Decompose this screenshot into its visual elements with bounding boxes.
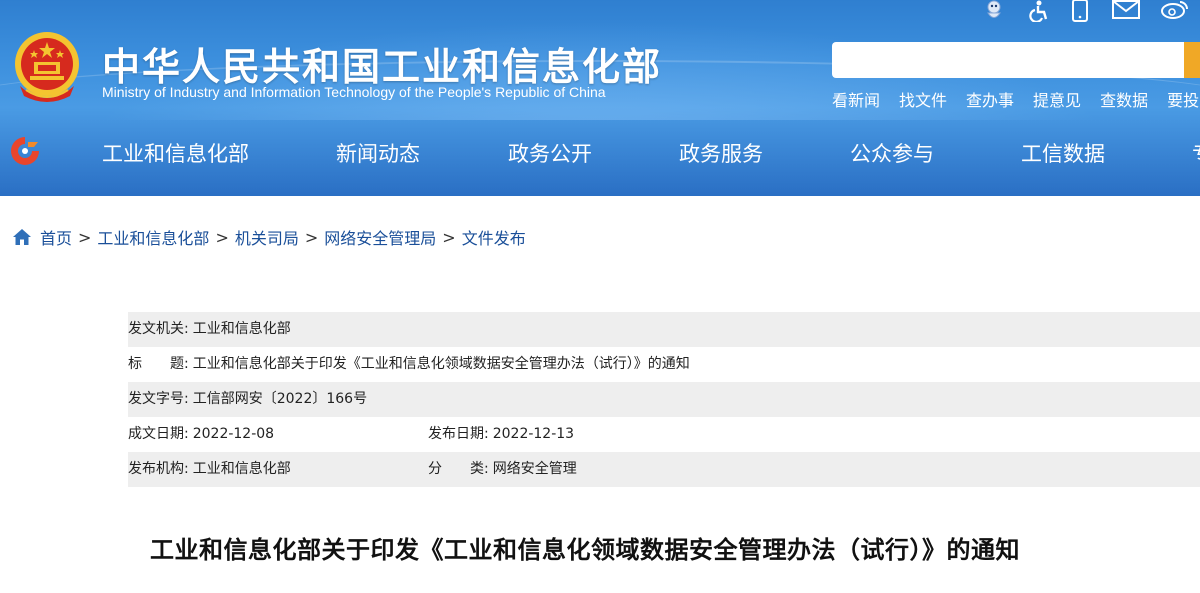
info-row-org: 发布机构: 工业和信息化部 分 类: 网络安全管理 <box>128 452 1200 487</box>
quick-link-services[interactable]: 查办事 <box>966 87 1014 111</box>
doc-no-label: 发文字号: <box>128 391 189 407</box>
breadcrumb-file-release[interactable]: 文件发布 <box>462 225 526 249</box>
quick-links: 看新闻 找文件 查办事 提意见 查数据 要投 <box>832 87 1199 111</box>
issuer-label: 发文机关: <box>128 321 189 337</box>
publish-date-value: 2022-12-13 <box>492 426 575 442</box>
nav-item-gov-affairs[interactable]: 政务公开 <box>508 138 592 168</box>
breadcrumb-separator: > <box>442 227 456 247</box>
quick-link-data[interactable]: 查数据 <box>1100 87 1148 111</box>
info-row-doc-no: 发文字号: 工信部网安〔2022〕166号 <box>128 382 1200 417</box>
breadcrumb-separator: > <box>78 227 92 247</box>
mail-icon[interactable] <box>1112 0 1140 20</box>
main-nav: 工业和信息化部 新闻动态 政务公开 政务服务 公众参与 工信数据 专 <box>0 120 1200 188</box>
nav-item-special[interactable]: 专 <box>1192 138 1200 168</box>
title-value: 工业和信息化部关于印发《工业和信息化领域数据安全管理办法（试行）》的通知 <box>192 356 690 372</box>
category-label: 分 类: <box>428 461 489 477</box>
quick-link-news[interactable]: 看新闻 <box>832 87 880 111</box>
nav-item-ministry[interactable]: 工业和信息化部 <box>102 138 249 168</box>
breadcrumb-cybersecurity-bureau[interactable]: 网络安全管理局 <box>324 225 436 249</box>
publish-date-label: 发布日期: <box>428 426 489 442</box>
org-label: 发布机构: <box>128 461 189 477</box>
nav-item-participation[interactable]: 公众参与 <box>850 138 934 168</box>
mascot-icon[interactable] <box>982 0 1006 24</box>
written-date-label: 成文日期: <box>128 426 189 442</box>
doc-no-value: 工信部网安〔2022〕166号 <box>192 391 368 407</box>
breadcrumb-ministry[interactable]: 工业和信息化部 <box>97 225 209 249</box>
info-row-dates: 成文日期: 2022-12-08 发布日期: 2022-12-13 <box>128 417 1200 452</box>
info-row-issuer: 发文机关: 工业和信息化部 <box>128 312 1200 347</box>
national-emblem-icon <box>15 32 79 102</box>
nav-item-news[interactable]: 新闻动态 <box>336 138 420 168</box>
miit-logo-icon[interactable] <box>8 134 42 168</box>
breadcrumb-departments[interactable]: 机关司局 <box>235 225 299 249</box>
issuer-value: 工业和信息化部 <box>192 321 291 337</box>
weibo-icon[interactable] <box>1160 0 1190 20</box>
document-heading: 工业和信息化部关于印发《工业和信息化领域数据安全管理办法（试行）》的通知 <box>150 536 1020 564</box>
category-value: 网络安全管理 <box>492 461 577 477</box>
header-banner: 中华人民共和国工业和信息化部 Ministry of Industry and … <box>0 0 1200 196</box>
nav-item-data[interactable]: 工信数据 <box>1021 138 1105 168</box>
quick-link-feedback[interactable]: 提意见 <box>1033 87 1081 111</box>
breadcrumb-separator: > <box>215 227 229 247</box>
site-subtitle: Ministry of Industry and Information Tec… <box>102 84 606 100</box>
nav-item-gov-services[interactable]: 政务服务 <box>679 138 763 168</box>
breadcrumb: 首页 > 工业和信息化部 > 机关司局 > 网络安全管理局 > 文件发布 <box>12 226 526 248</box>
mobile-icon[interactable] <box>1070 0 1090 22</box>
breadcrumb-home[interactable]: 首页 <box>40 225 72 249</box>
search-input[interactable] <box>832 42 1184 78</box>
quick-link-complaint[interactable]: 要投 <box>1167 87 1199 111</box>
accessibility-icon[interactable] <box>1026 0 1050 22</box>
breadcrumb-separator: > <box>304 227 319 247</box>
written-date-value: 2022-12-08 <box>192 426 275 442</box>
quick-link-files[interactable]: 找文件 <box>899 87 947 111</box>
org-value: 工业和信息化部 <box>192 461 291 477</box>
info-row-title: 标 题: 工业和信息化部关于印发《工业和信息化领域数据安全管理办法（试行）》的通知 <box>128 347 1200 382</box>
home-icon[interactable] <box>12 228 32 246</box>
search-button[interactable] <box>1184 42 1200 78</box>
title-label: 标 题: <box>128 356 189 372</box>
site-title: 中华人民共和国工业和信息化部 <box>102 45 663 89</box>
document-info-table: 发文机关: 工业和信息化部 标 题: 工业和信息化部关于印发《工业和信息化领域数据安… <box>128 312 1200 487</box>
